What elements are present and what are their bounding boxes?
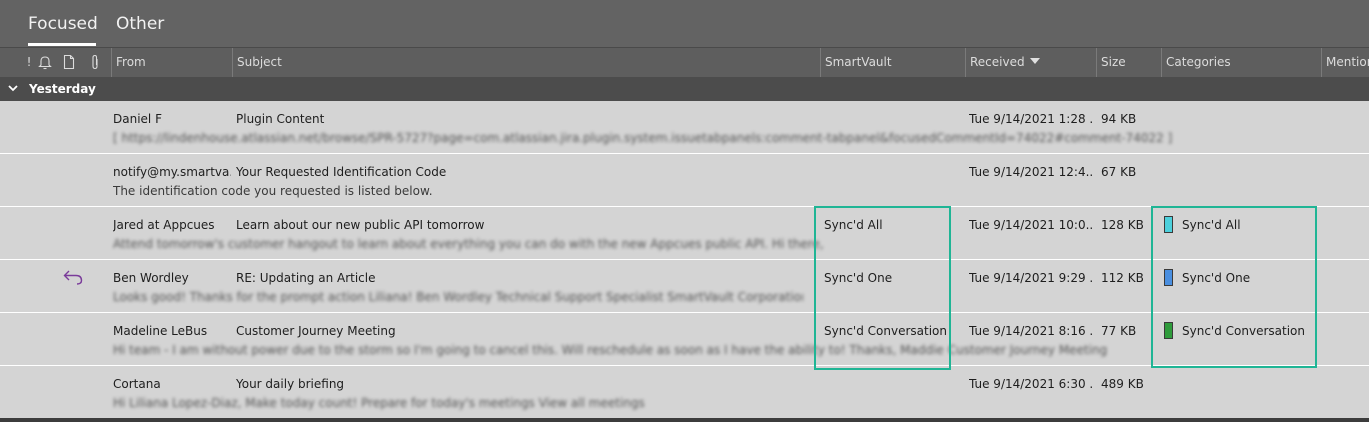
message-from: notify@my.smartva... xyxy=(113,165,231,179)
message-category: Sync'd All xyxy=(1182,218,1241,232)
attachment-paperclip-icon[interactable] xyxy=(88,54,102,70)
smartvault-status: Sync'd Conversation xyxy=(824,324,947,338)
message-received: Tue 9/14/2021 1:28 ... xyxy=(969,112,1093,126)
category-color-swatch xyxy=(1164,322,1173,339)
message-subject: RE: Updating an Article xyxy=(236,271,376,285)
document-icon[interactable] xyxy=(62,54,76,70)
message-subject: Customer Journey Meeting xyxy=(236,324,396,338)
reminder-bell-icon[interactable] xyxy=(38,54,52,70)
message-row[interactable]: Ben Wordley RE: Updating an Article Sync… xyxy=(0,261,1369,313)
message-category: Sync'd Conversation xyxy=(1182,324,1305,338)
message-row[interactable]: Cortana Your daily briefing Tue 9/14/202… xyxy=(0,367,1369,418)
message-size: 489 KB xyxy=(1101,377,1144,391)
message-row[interactable]: notify@my.smartva... Your Requested Iden… xyxy=(0,155,1369,207)
sort-descending-icon xyxy=(1029,58,1040,64)
message-row[interactable]: Daniel F Plugin Content Tue 9/14/2021 1:… xyxy=(0,102,1369,154)
message-category: Sync'd One xyxy=(1182,271,1251,285)
list-bottom-border xyxy=(0,418,1369,422)
message-preview: The identification code you requested is… xyxy=(113,184,433,198)
group-header-yesterday[interactable]: Yesterday xyxy=(0,77,1369,101)
message-row[interactable]: Jared at Appcues Learn about our new pub… xyxy=(0,208,1369,260)
message-from: Ben Wordley xyxy=(113,271,189,285)
message-subject: Your daily briefing xyxy=(236,377,345,391)
message-size: 128 KB xyxy=(1101,218,1144,232)
column-subject[interactable]: Subject xyxy=(232,48,820,77)
category-color-swatch xyxy=(1164,269,1173,286)
inbox-tabs: Focused Other xyxy=(0,0,1369,47)
column-header-bar: ! From Subject SmartVault Received Size … xyxy=(0,47,1369,77)
message-subject: Your Requested Identification Code xyxy=(236,165,447,179)
chevron-down-icon[interactable] xyxy=(7,82,19,97)
message-received: Tue 9/14/2021 10:0... xyxy=(969,218,1093,232)
column-size[interactable]: Size xyxy=(1096,48,1161,77)
smartvault-status: Sync'd One xyxy=(824,271,893,285)
message-preview: Looks good! Thanks for the prompt action… xyxy=(113,290,803,304)
message-preview: Attend tomorrow's customer hangout to le… xyxy=(113,237,824,251)
replied-arrow-icon xyxy=(62,267,84,287)
message-from: Daniel F xyxy=(113,112,162,126)
message-from: Madeline LeBus xyxy=(113,324,208,338)
column-from[interactable]: From xyxy=(111,48,232,77)
message-from: Jared at Appcues xyxy=(113,218,215,232)
message-from: Cortana xyxy=(113,377,161,391)
message-row[interactable]: Madeline LeBus Customer Journey Meeting … xyxy=(0,314,1369,366)
category-color-swatch xyxy=(1164,216,1173,233)
message-subject: Plugin Content xyxy=(236,112,325,126)
column-mention[interactable]: Mention xyxy=(1321,48,1369,77)
group-label: Yesterday xyxy=(29,82,96,96)
message-size: 67 KB xyxy=(1101,165,1137,179)
tab-other[interactable]: Other xyxy=(116,14,164,34)
column-categories[interactable]: Categories xyxy=(1161,48,1321,77)
message-size: 94 KB xyxy=(1101,112,1137,126)
message-size: 112 KB xyxy=(1101,271,1144,285)
message-preview: [ https://lindenhouse.atlassian.net/brow… xyxy=(113,131,1173,145)
importance-header[interactable]: ! xyxy=(22,54,36,70)
message-received: Tue 9/14/2021 6:30 ... xyxy=(969,377,1093,391)
column-received[interactable]: Received xyxy=(965,48,1096,77)
message-received: Tue 9/14/2021 9:29 ... xyxy=(969,271,1093,285)
smartvault-status: Sync'd All xyxy=(824,218,883,232)
message-preview: Hi team - I am without power due to the … xyxy=(113,343,1108,357)
message-size: 77 KB xyxy=(1101,324,1137,338)
active-tab-indicator xyxy=(28,43,96,46)
tab-focused[interactable]: Focused xyxy=(28,14,98,34)
column-received-label: Received xyxy=(970,55,1025,69)
message-preview: Hi Liliana Lopez-Diaz, Make today count!… xyxy=(113,396,645,410)
message-received: Tue 9/14/2021 8:16 ... xyxy=(969,324,1093,338)
message-received: Tue 9/14/2021 12:4... xyxy=(969,165,1093,179)
column-smartvault[interactable]: SmartVault xyxy=(820,48,965,77)
message-subject: Learn about our new public API tomorrow xyxy=(236,218,485,232)
